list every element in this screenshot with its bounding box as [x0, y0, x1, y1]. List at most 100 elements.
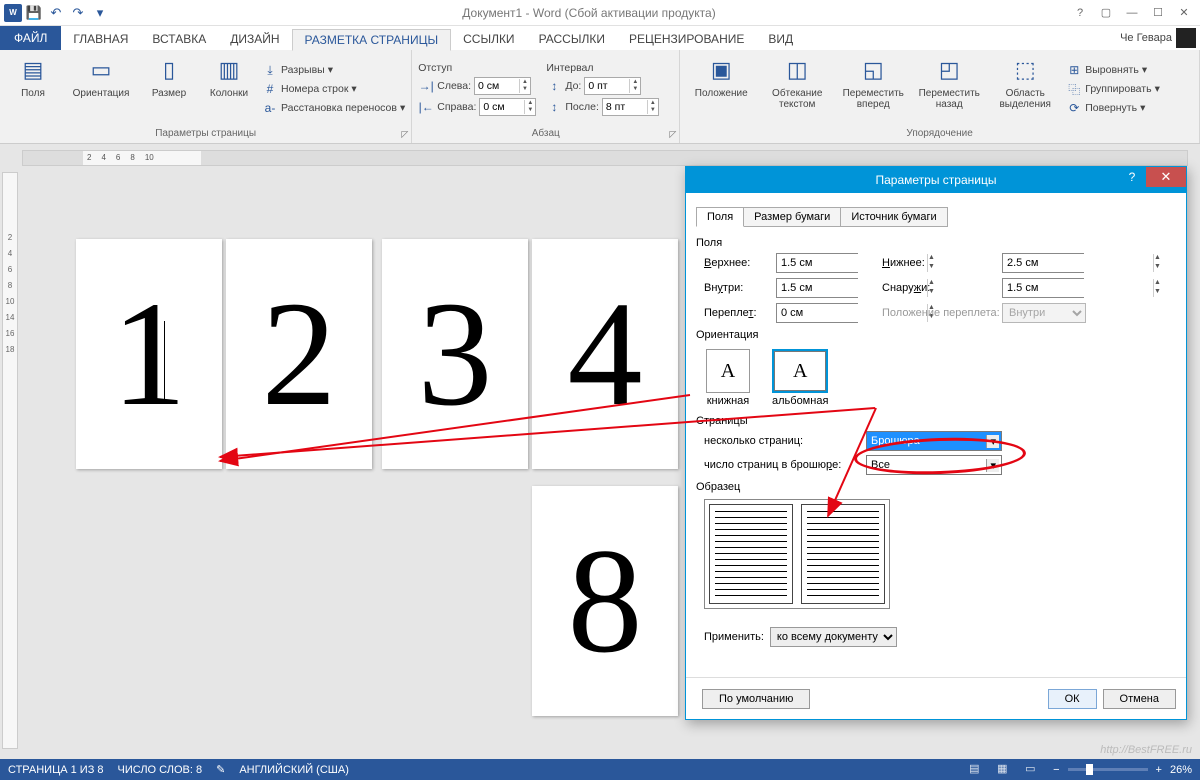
columns-icon: ▥ — [213, 54, 245, 86]
input-outside[interactable]: ▲▼ — [1002, 278, 1084, 298]
help-icon[interactable]: ? — [1068, 4, 1092, 22]
status-proofing-icon[interactable]: ✎ — [216, 763, 225, 776]
page-8[interactable]: 8 — [532, 486, 678, 716]
dialog-tab-paper[interactable]: Размер бумаги — [743, 207, 841, 227]
page-1[interactable]: 1 — [76, 239, 222, 469]
horizontal-ruler[interactable]: 246810 — [22, 150, 1188, 166]
vertical-ruler[interactable]: 246810141618 — [2, 172, 18, 749]
backward-icon: ◰ — [933, 54, 965, 86]
breaks-button[interactable]: ⤓Разрывы ▾ — [260, 61, 407, 79]
window-controls: ? ▢ — ☐ ✕ — [1068, 4, 1200, 22]
redo-icon[interactable]: ↷ — [68, 3, 88, 23]
status-language[interactable]: АНГЛИЙСКИЙ (США) — [239, 764, 349, 776]
page-4[interactable]: 4 — [532, 239, 678, 469]
selection-pane-icon: ⬚ — [1009, 54, 1041, 86]
label-gutter: Переплет: — [704, 307, 776, 319]
view-read-icon[interactable]: ▤ — [969, 762, 989, 778]
minimize-icon[interactable]: — — [1120, 4, 1144, 22]
save-icon[interactable]: 💾 — [24, 3, 44, 23]
align-button[interactable]: ⊞Выровнять ▾ — [1064, 61, 1162, 79]
input-inside[interactable]: ▲▼ — [776, 278, 858, 298]
zoom-in-icon[interactable]: + — [1156, 764, 1162, 776]
spacing-before-input[interactable]: ▲▼ — [584, 77, 641, 95]
send-backward-button[interactable]: ◰Переместить назад — [912, 52, 986, 126]
status-word-count[interactable]: ЧИСЛО СЛОВ: 8 — [118, 764, 203, 776]
position-button[interactable]: ▣Положение — [684, 52, 758, 126]
input-gutter[interactable]: ▲▼ — [776, 303, 858, 323]
dialog-close-icon[interactable]: ✕ — [1146, 167, 1186, 187]
dialog-tab-margins[interactable]: Поля — [696, 207, 744, 227]
orientation-button[interactable]: ▭Ориентация — [64, 52, 138, 126]
size-button[interactable]: ▯Размер — [140, 52, 198, 126]
zoom-slider[interactable] — [1068, 768, 1148, 771]
tab-home[interactable]: ГЛАВНАЯ — [61, 28, 140, 50]
preview-pane — [704, 499, 890, 609]
group-label-paragraph: Абзац — [416, 126, 675, 141]
breaks-icon: ⤓ — [262, 62, 278, 78]
tab-insert[interactable]: ВСТАВКА — [140, 28, 218, 50]
ok-button[interactable]: ОК — [1048, 689, 1097, 709]
tab-references[interactable]: ССЫЛКИ — [451, 28, 526, 50]
select-sheets[interactable]: Все▾ — [866, 455, 1002, 475]
label-sheets-per-booklet: число страниц в брошюре: — [704, 459, 862, 471]
indent-left-input[interactable]: ▲▼ — [474, 77, 531, 95]
maximize-icon[interactable]: ☐ — [1146, 4, 1170, 22]
dialog-title-bar[interactable]: Параметры страницы ? ✕ — [686, 167, 1186, 193]
status-page[interactable]: СТРАНИЦА 1 ИЗ 8 — [8, 764, 104, 776]
dialog-tab-source[interactable]: Источник бумаги — [840, 207, 947, 227]
rotate-button[interactable]: ⟳Повернуть ▾ — [1064, 99, 1162, 117]
qat-customize-icon[interactable]: ▾ — [90, 3, 110, 23]
section-preview: Образец — [696, 481, 1176, 493]
cancel-button[interactable]: Отмена — [1103, 689, 1176, 709]
default-button[interactable]: По умолчанию — [702, 689, 810, 709]
ribbon-tabs: ФАЙЛ ГЛАВНАЯ ВСТАВКА ДИЗАЙН РАЗМЕТКА СТР… — [0, 26, 1200, 50]
input-bottom[interactable]: ▲▼ — [1002, 253, 1084, 273]
group-objects-button[interactable]: ⿻Группировать ▾ — [1064, 80, 1162, 98]
portrait-icon: A — [706, 349, 750, 393]
select-apply[interactable]: ко всему документу — [770, 627, 897, 647]
tab-view[interactable]: ВИД — [756, 28, 805, 50]
wrap-icon: ◫ — [781, 54, 813, 86]
bring-forward-button[interactable]: ◱Переместить вперед — [836, 52, 910, 126]
indent-right-icon: |← — [418, 99, 434, 115]
margins-button[interactable]: ▤Поля — [4, 52, 62, 126]
landscape-icon: A — [772, 349, 828, 393]
wrap-text-button[interactable]: ◫Обтекание текстом — [760, 52, 834, 126]
label-bottom: Нижнее: — [882, 257, 1002, 269]
tab-page-layout[interactable]: РАЗМЕТКА СТРАНИЦЫ — [292, 29, 452, 51]
page-setup-dialog-launcher[interactable]: ◸ — [401, 129, 408, 140]
selection-pane-button[interactable]: ⬚Область выделения — [988, 52, 1062, 126]
user-name: Че Гевара — [1120, 32, 1172, 44]
view-print-icon[interactable]: ▦ — [997, 762, 1017, 778]
paragraph-dialog-launcher[interactable]: ◸ — [669, 129, 676, 140]
ribbon-options-icon[interactable]: ▢ — [1094, 4, 1118, 22]
spacing-after-icon: ↕ — [546, 99, 562, 115]
spacing-before-icon: ↕ — [546, 78, 562, 94]
select-multiple-pages[interactable]: Брошюра▾ — [866, 431, 1002, 451]
hyphenation-button[interactable]: a-Расстановка переносов ▾ — [260, 99, 407, 117]
page-2[interactable]: 2 — [226, 239, 372, 469]
orientation-landscape[interactable]: Aальбомная — [770, 347, 830, 409]
zoom-out-icon[interactable]: − — [1053, 764, 1059, 776]
tab-mailings[interactable]: РАССЫЛКИ — [527, 28, 617, 50]
word-app-icon: W — [4, 4, 22, 22]
close-icon[interactable]: ✕ — [1172, 4, 1196, 22]
tab-review[interactable]: РЕЦЕНЗИРОВАНИЕ — [617, 28, 756, 50]
columns-button[interactable]: ▥Колонки — [200, 52, 258, 126]
dialog-help-icon[interactable]: ? — [1120, 167, 1144, 187]
section-pages: Страницы — [696, 415, 1176, 427]
user-account[interactable]: Че Гевара — [1120, 28, 1196, 48]
indent-right-input[interactable]: ▲▼ — [479, 98, 536, 116]
line-numbers-button[interactable]: #Номера строк ▾ — [260, 80, 407, 98]
tab-file[interactable]: ФАЙЛ — [0, 26, 61, 50]
quick-access-toolbar: W 💾 ↶ ↷ ▾ — [0, 3, 110, 23]
line-numbers-icon: # — [262, 81, 278, 97]
orientation-portrait[interactable]: Aкнижная — [704, 347, 752, 409]
view-web-icon[interactable]: ▭ — [1025, 762, 1045, 778]
page-3[interactable]: 3 — [382, 239, 528, 469]
undo-icon[interactable]: ↶ — [46, 3, 66, 23]
zoom-level[interactable]: 26% — [1170, 764, 1192, 776]
spacing-after-input[interactable]: ▲▼ — [602, 98, 659, 116]
tab-design[interactable]: ДИЗАЙН — [218, 28, 291, 50]
input-top[interactable]: ▲▼ — [776, 253, 858, 273]
